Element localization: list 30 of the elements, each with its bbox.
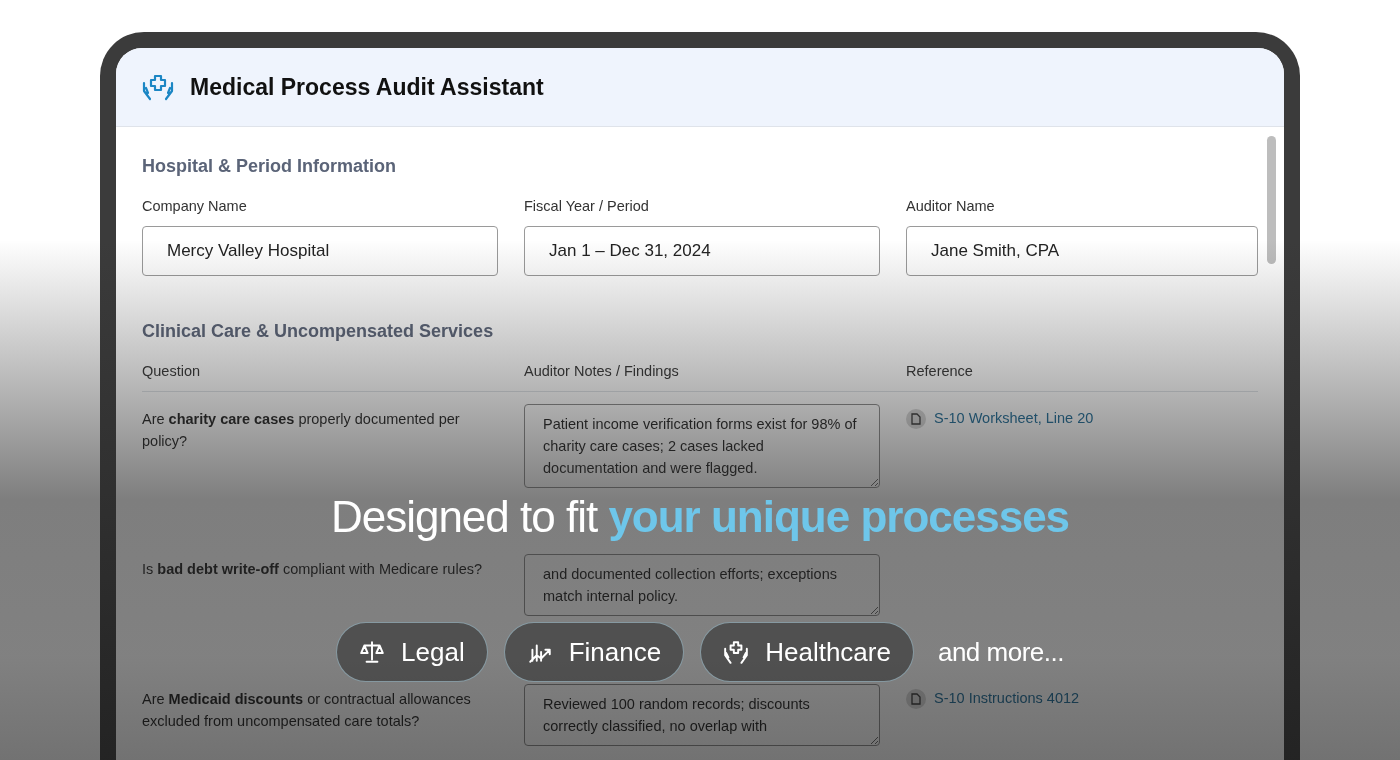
section-title: Hospital & Period Information xyxy=(142,155,397,178)
question-text: Are charity care cases properly documented per policy? xyxy=(142,409,461,451)
text-field[interactable]: Jan 1 – Dec 31, 2024 xyxy=(524,225,880,276)
question-text: Are Medicaid discounts or contractual allowances excluded from uncompensated care totals? xyxy=(142,689,472,731)
reference-link[interactable]: S-10 Worksheet, Line 20 xyxy=(906,407,1094,430)
text-field[interactable]: Mercy Valley Hospital xyxy=(142,225,498,276)
category-pill[interactable]: Healthcare xyxy=(700,622,914,682)
hands-cross-icon xyxy=(723,639,750,665)
category-pill[interactable]: Finance xyxy=(503,622,685,682)
question-text: Is bad debt write-off compliant with Medicare rules? xyxy=(142,559,484,579)
more-text: and more... xyxy=(937,635,1064,669)
column-header: Question xyxy=(142,361,202,381)
scales-icon xyxy=(359,639,386,665)
document-icon xyxy=(906,688,926,709)
category-pill[interactable]: Legal xyxy=(336,622,488,682)
document-icon xyxy=(906,408,926,429)
notes-field[interactable]: and documented collection efforts; exceptions match internal policy. xyxy=(524,553,880,616)
column-header: Auditor Notes / Findings xyxy=(524,361,680,381)
section-title: Clinical Care & Uncompensated Services xyxy=(142,319,495,343)
app-title: Medical Process Audit Assistant xyxy=(190,72,544,102)
field-label: Auditor Name xyxy=(906,197,996,216)
field-label: Company Name xyxy=(142,197,248,216)
scrollbar-thumb[interactable] xyxy=(1267,136,1276,264)
notes-field[interactable]: Patient income verification forms exist for 98% of charity care cases; 2 cases lacked documentation and were flagged. xyxy=(524,403,880,488)
hands-cross-icon xyxy=(142,73,174,101)
field-label: Fiscal Year / Period xyxy=(524,197,650,216)
text-field[interactable]: Jane Smith, CPA xyxy=(906,225,1258,276)
notes-field[interactable]: Reviewed 100 random records; discounts correctly classified, no overlap with xyxy=(524,683,880,746)
headline: Designed to fit your unique processes xyxy=(330,492,1070,541)
column-header: Reference xyxy=(906,361,974,381)
